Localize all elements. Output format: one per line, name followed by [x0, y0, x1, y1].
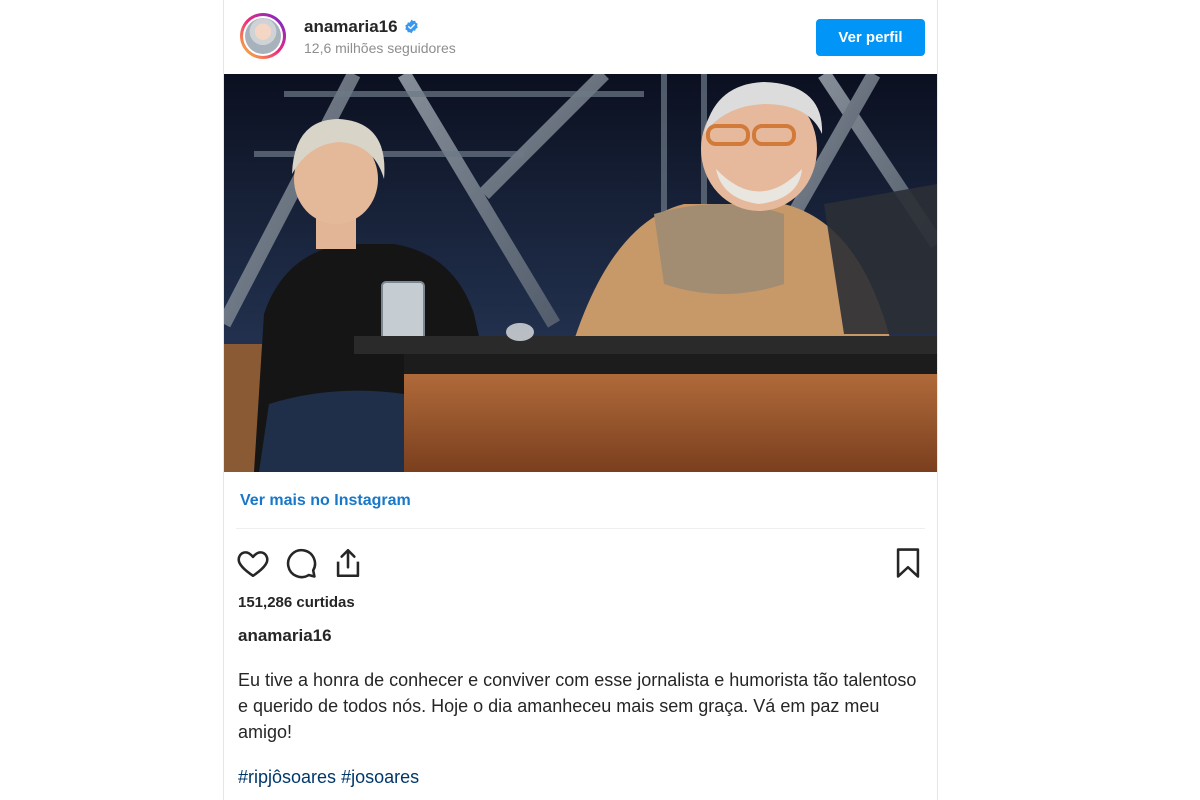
comment-icon[interactable]	[284, 546, 318, 580]
instagram-embed: anamaria16 12,6 milhões seguidores Ver p…	[223, 0, 938, 800]
action-bar	[224, 538, 937, 590]
followers-count: 12,6 milhões seguidores	[304, 40, 456, 56]
view-profile-button[interactable]: Ver perfil	[816, 19, 925, 56]
avatar[interactable]	[240, 13, 286, 59]
hashtags: #ripjôsoares #josoares	[238, 767, 923, 788]
profile-username[interactable]: anamaria16	[304, 17, 419, 37]
post-caption: Eu tive a honra de conhecer e conviver c…	[238, 670, 917, 742]
post-header: anamaria16 12,6 milhões seguidores Ver p…	[224, 0, 937, 74]
hashtag-josoares[interactable]: #josoares	[341, 767, 419, 787]
heart-icon[interactable]	[236, 546, 270, 580]
username-text[interactable]: anamaria16	[304, 17, 398, 36]
hashtag-ripjosoares[interactable]: #ripjôsoares	[238, 767, 336, 787]
post-photo-image	[224, 74, 937, 472]
bookmark-icon[interactable]	[891, 546, 925, 580]
post-photo[interactable]	[224, 74, 937, 472]
verified-badge-icon	[404, 19, 418, 34]
divider	[236, 528, 925, 529]
likes-count[interactable]: 151,286 curtidas	[238, 594, 923, 611]
share-icon[interactable]	[331, 546, 365, 580]
caption-username[interactable]: anamaria16	[238, 626, 923, 646]
view-more-on-instagram-link[interactable]: Ver mais no Instagram	[240, 492, 921, 510]
